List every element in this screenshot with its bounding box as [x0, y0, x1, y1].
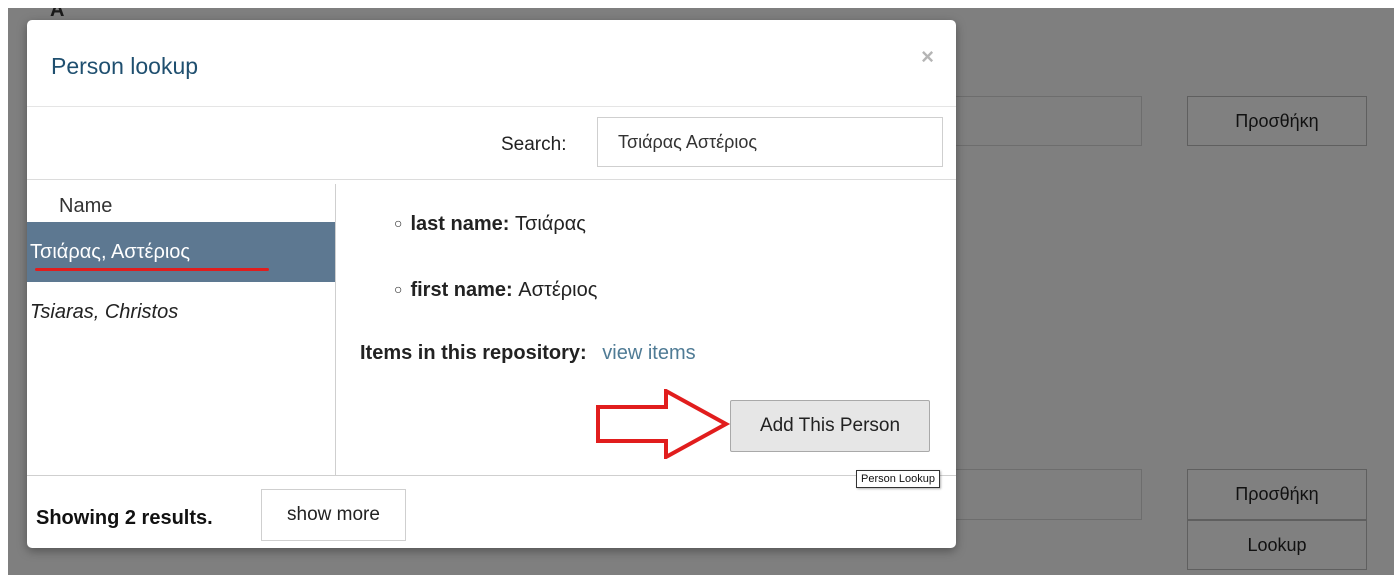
- detail-first-name-value: Αστέριος: [518, 279, 598, 301]
- background-add-button-top[interactable]: Προσθήκη: [1187, 96, 1367, 146]
- background-input-bottom[interactable]: [938, 469, 1142, 520]
- detail-last-name-label: last name:: [410, 213, 510, 235]
- add-this-person-button[interactable]: Add This Person: [730, 400, 930, 452]
- annotation-red-underline: [35, 268, 269, 271]
- search-input[interactable]: [597, 117, 943, 167]
- items-in-repository-label: Items in this repository:: [360, 342, 587, 364]
- detail-first-name-label: first name:: [410, 279, 513, 301]
- background-add-button-bottom[interactable]: Προσθήκη: [1187, 469, 1367, 520]
- close-icon[interactable]: ×: [921, 44, 934, 70]
- result-item-label: Τσιάρας, Αστέριος: [30, 240, 191, 263]
- result-item[interactable]: Tsiaras, Christos: [27, 284, 335, 340]
- results-column-header: Name: [59, 195, 113, 217]
- result-item-selected[interactable]: Τσιάρας, Αστέριος: [27, 222, 335, 282]
- results-count: Showing 2 results.: [36, 507, 213, 529]
- background-input-top[interactable]: [938, 96, 1142, 146]
- items-in-repository: Items in this repository: view items: [360, 342, 696, 365]
- modal-footer: Showing 2 results. show more: [27, 475, 956, 548]
- search-label: Search:: [501, 134, 567, 155]
- results-list: Name Τσιάρας, Αστέριος Tsiaras, Christos: [27, 184, 336, 475]
- bullet-icon: ○: [394, 280, 403, 297]
- detail-first-name: ○ first name: Αστέριος: [394, 279, 597, 302]
- view-items-link[interactable]: view items: [602, 342, 695, 364]
- modal-header: Person lookup ×: [27, 20, 956, 107]
- show-more-button[interactable]: show more: [261, 489, 406, 541]
- annotation-arrow-icon: [596, 389, 731, 459]
- bullet-icon: ○: [394, 214, 403, 231]
- person-lookup-modal: Person lookup × Search: Name Τσιάρας, Ασ…: [27, 20, 956, 548]
- search-row: Search:: [27, 107, 956, 180]
- result-item-label: Tsiaras, Christos: [30, 301, 179, 323]
- modal-title: Person lookup: [51, 53, 199, 79]
- detail-last-name-value: Τσιάρας: [514, 213, 586, 235]
- tooltip: Person Lookup: [856, 470, 940, 488]
- person-details: ○ last name: Τσιάρας ○ first name: Αστέριο…: [336, 184, 956, 475]
- detail-last-name: ○ last name: Τσιάρας: [394, 213, 586, 236]
- background-lookup-button[interactable]: Lookup: [1187, 520, 1367, 570]
